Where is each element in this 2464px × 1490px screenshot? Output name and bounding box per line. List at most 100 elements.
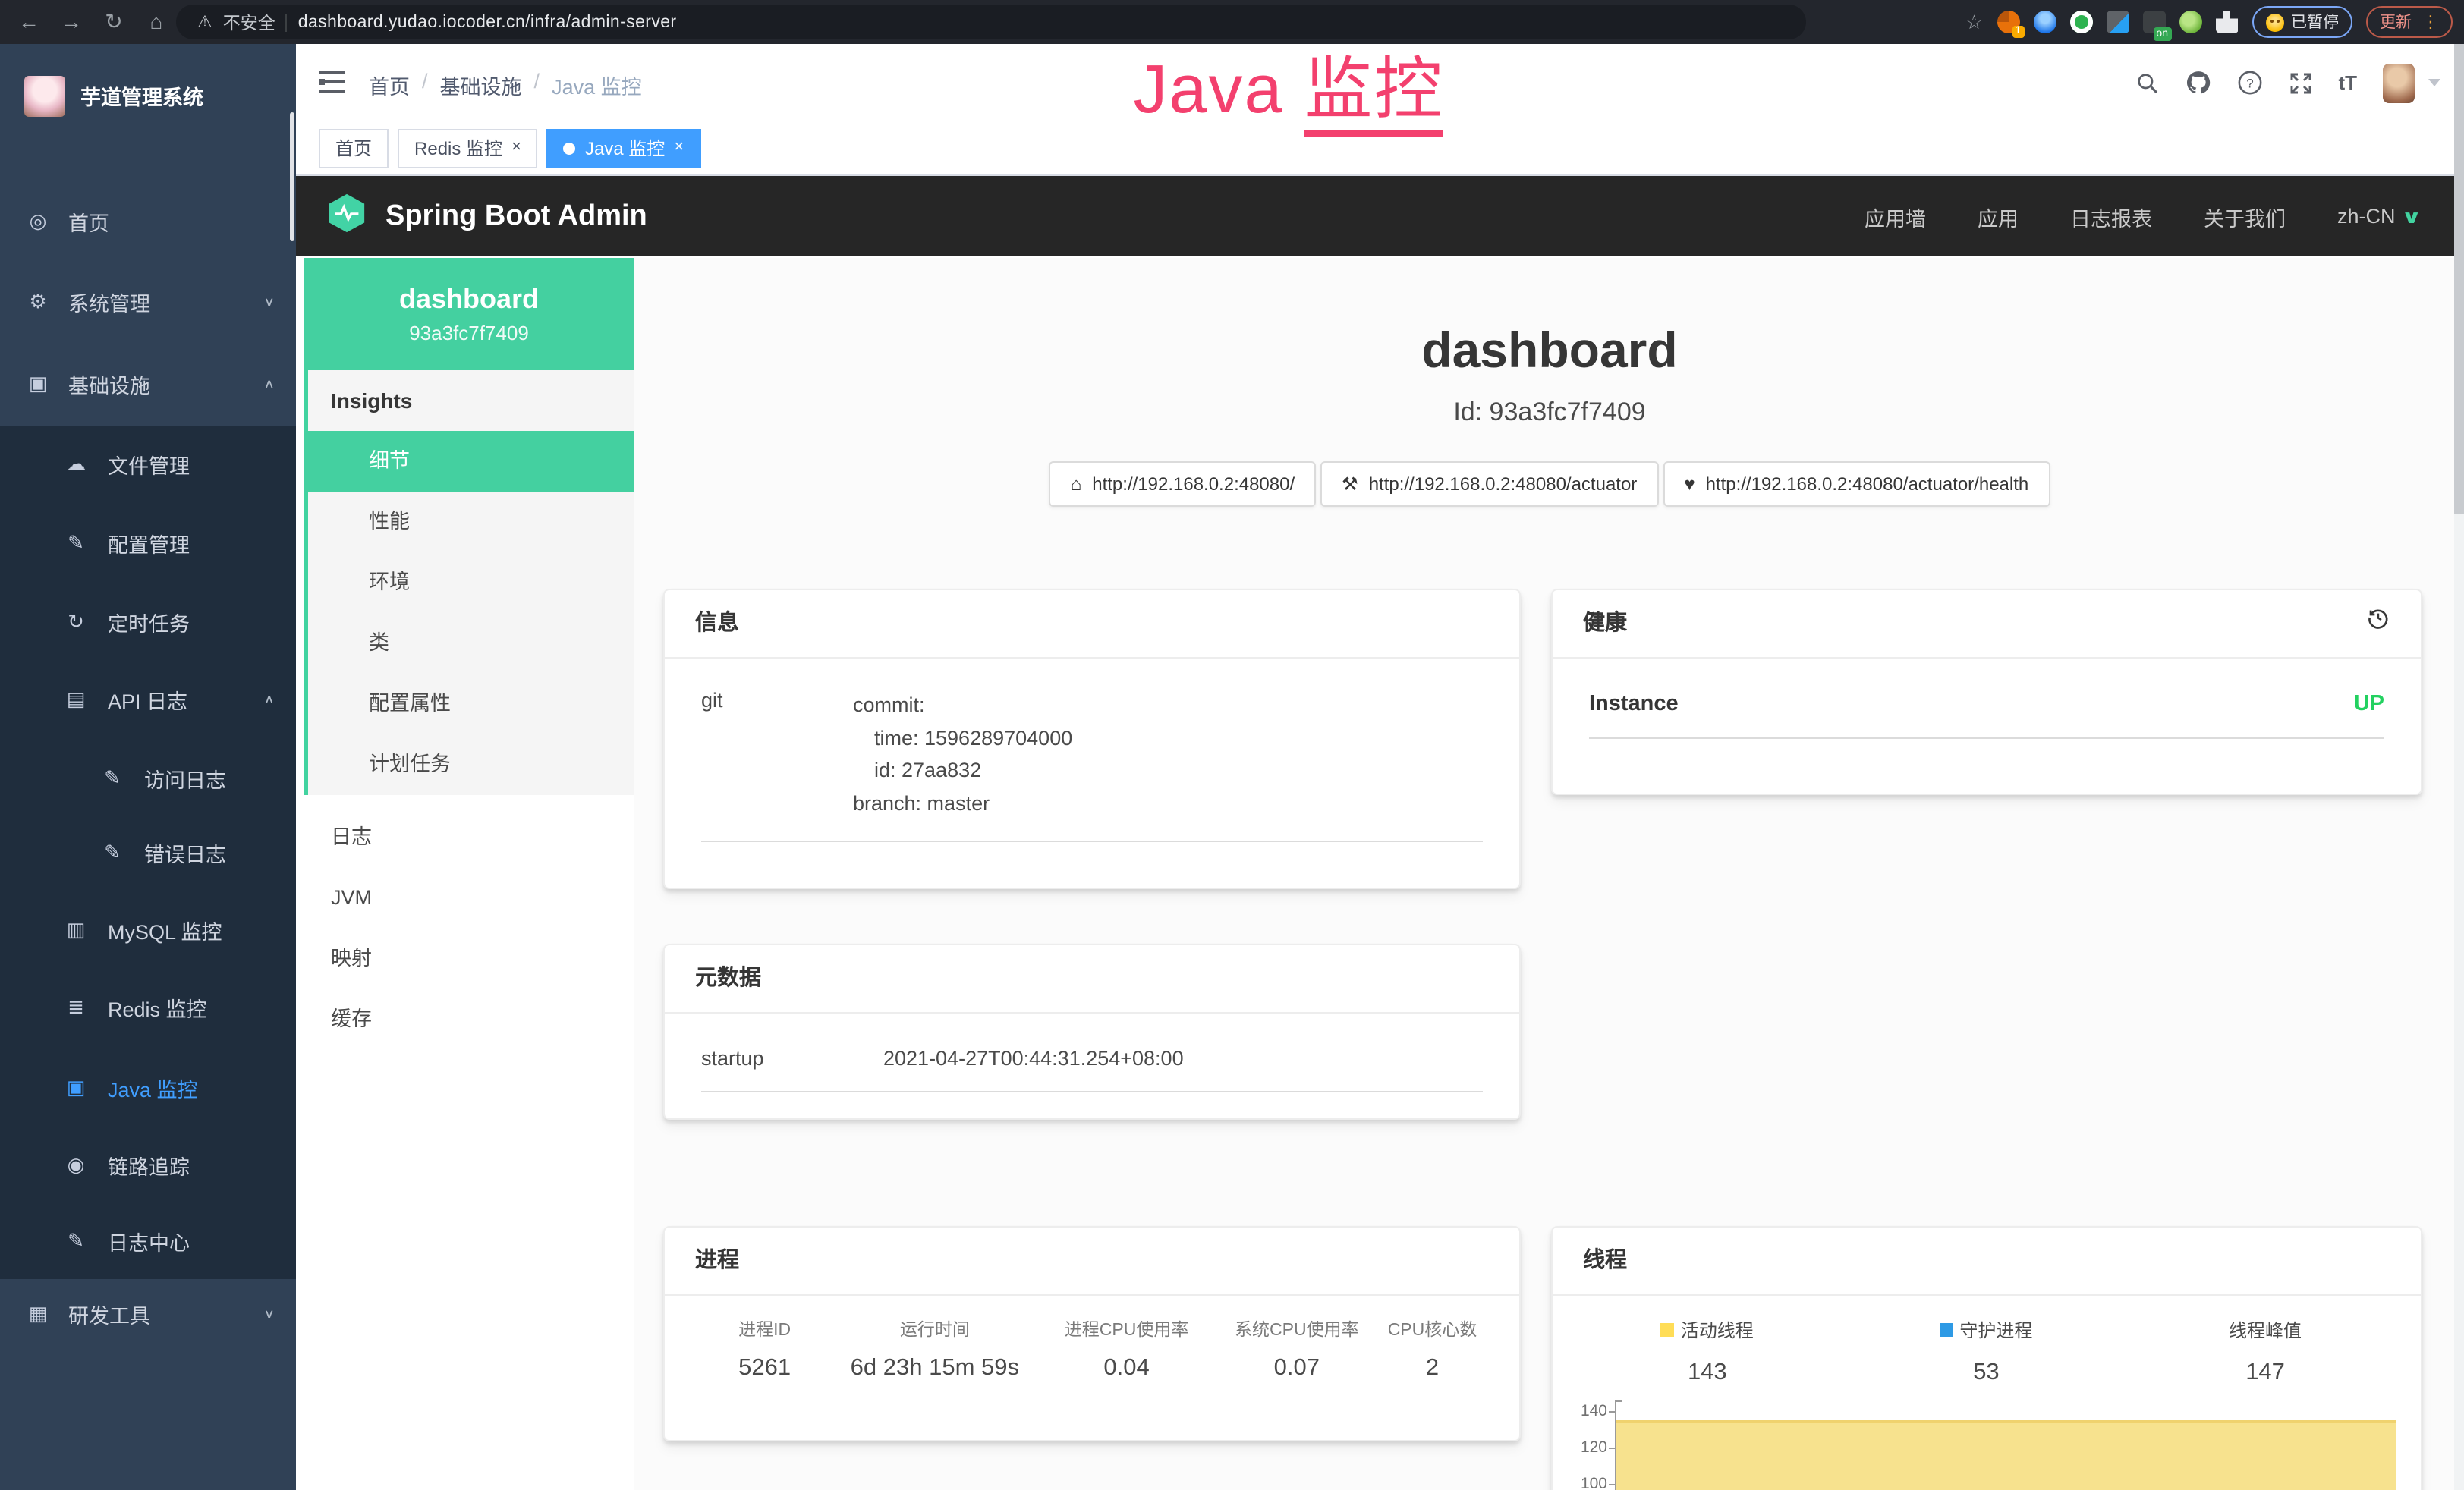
tab-redis-monitor[interactable]: Redis 监控 ×	[398, 128, 538, 168]
sba-instance-id: 93a3fc7f7409	[304, 322, 634, 344]
breadcrumb-infra[interactable]: 基础设施	[440, 70, 522, 100]
sba-nav-journal[interactable]: 日志报表	[2070, 201, 2152, 231]
app-logo-image	[24, 75, 65, 116]
screen: ← → ↻ ⌂ ⚠ 不安全 dashboard.yudao.iocoder.cn…	[0, 0, 2464, 1490]
git-key: git	[701, 689, 853, 820]
sidebar-item-java-monitor[interactable]: ▣ Java 监控	[0, 1050, 296, 1126]
app-sidebar: 芋道管理系统 ◎ 首页 ⚙ 系统管理 ∨ ▣ 基础设施 ∧ ☁ 文件管理 ✎ 配…	[0, 44, 296, 1490]
extension-icon-green[interactable]	[2069, 11, 2092, 33]
url-text[interactable]: dashboard.yudao.iocoder.cn/infra/admin-s…	[298, 13, 677, 31]
svg-text:?: ?	[2246, 76, 2253, 90]
heart-icon: ♥	[1684, 473, 1695, 495]
threads-card-title: 线程	[1583, 1228, 1627, 1294]
browser-menu-icon[interactable]: ⋮	[2422, 12, 2439, 32]
sidebar-item-dev-tools[interactable]: ▦ 研发工具 ∨	[0, 1276, 296, 1352]
sidebar-item-trace[interactable]: ◉ 链路追踪	[0, 1127, 296, 1203]
address-bar[interactable]: ⚠ 不安全 dashboard.yudao.iocoder.cn/infra/a…	[176, 5, 1806, 39]
extension-icon-orange[interactable]: 1	[1997, 11, 2019, 33]
github-icon[interactable]	[2185, 70, 2211, 96]
user-avatar[interactable]	[2383, 63, 2415, 102]
chrome-update-button[interactable]: 更新 ⋮	[2366, 6, 2453, 38]
scrollbar-thumb[interactable]	[2454, 44, 2464, 514]
extension-icon-list[interactable]: on	[2142, 11, 2165, 33]
hamburger-icon[interactable]	[319, 71, 345, 93]
chevron-up-icon: ∧	[263, 377, 275, 391]
extensions-puzzle-icon[interactable]	[2215, 11, 2238, 33]
sba-nav-applications[interactable]: 应用	[1978, 201, 2019, 231]
sba-item-jvm[interactable]: JVM	[304, 868, 634, 929]
extension-icon-pin[interactable]	[2033, 11, 2056, 33]
chevron-down-icon: ∨	[263, 295, 275, 309]
sidebar-item-system[interactable]: ⚙ 系统管理 ∨	[0, 264, 296, 340]
document-icon: ▤	[64, 687, 88, 712]
sidebar-item-config-manage[interactable]: ✎ 配置管理	[0, 505, 296, 581]
monitor-icon: ▥	[64, 918, 88, 942]
back-icon[interactable]: ←	[9, 0, 49, 44]
reload-icon[interactable]: ↻	[94, 0, 134, 44]
sba-item-logs[interactable]: 日志	[304, 807, 634, 868]
sba-item-scheduled[interactable]: 计划任务	[308, 734, 634, 795]
bookmark-star-icon[interactable]: ☆	[1965, 10, 1983, 34]
tab-home[interactable]: 首页	[319, 128, 389, 168]
sidebar-item-home[interactable]: ◎ 首页	[0, 184, 296, 259]
sba-item-environment[interactable]: 环境	[308, 552, 634, 613]
sidebar-item-api-logs[interactable]: ▤ API 日志 ∧	[0, 662, 296, 737]
history-icon: ↻	[64, 610, 88, 634]
sba-locale-select[interactable]: zh-CN ∨	[2337, 205, 2419, 228]
tab-java-monitor[interactable]: Java 监控 ×	[547, 128, 700, 168]
sidebar-item-access-logs[interactable]: ✎ 访问日志	[0, 740, 296, 816]
instance-id-label: Id: 93a3fc7f7409	[634, 398, 2464, 428]
profile-paused-pill[interactable]: 已暂停	[2252, 6, 2352, 38]
sidebar-item-file-manage[interactable]: ☁ 文件管理	[0, 426, 296, 502]
sidebar-item-redis-monitor[interactable]: ≣ Redis 监控	[0, 970, 296, 1045]
sba-item-config-props[interactable]: 配置属性	[308, 674, 634, 734]
sba-instance-header[interactable]: dashboard 93a3fc7f7409	[304, 258, 634, 370]
sba-insights-section: Insights 细节 性能 环境 类 配置属性 计划任务	[304, 370, 634, 795]
sba-nav-about[interactable]: 关于我们	[2204, 201, 2286, 231]
close-icon[interactable]: ×	[511, 140, 521, 156]
sba-item-metrics[interactable]: 性能	[308, 492, 634, 552]
col-header: 运行时间	[828, 1317, 1041, 1341]
home-icon[interactable]: ⌂	[137, 0, 176, 44]
pid-value: 5261	[701, 1355, 828, 1382]
actuator-url-button[interactable]: ⚒ http://192.168.0.2:48080/actuator	[1320, 461, 1658, 507]
extension-icon-leaf[interactable]	[2179, 11, 2201, 33]
sba-item-mappings[interactable]: 映射	[304, 929, 634, 989]
home-icon: ⌂	[1071, 473, 1082, 495]
sidebar-item-scheduled-tasks[interactable]: ↻ 定时任务	[0, 584, 296, 660]
extension-icon-grid[interactable]	[2106, 11, 2129, 33]
cloud-icon: ☁	[64, 452, 88, 476]
health-url-button[interactable]: ♥ http://192.168.0.2:48080/actuator/heal…	[1663, 461, 2050, 507]
breadcrumb-home[interactable]: 首页	[369, 70, 410, 100]
row-divider	[1589, 737, 2384, 739]
dashboard-icon: ◎	[26, 209, 50, 234]
search-icon[interactable]	[2135, 71, 2159, 95]
sba-item-caches[interactable]: 缓存	[304, 989, 634, 1050]
sba-nav-wallboard[interactable]: 应用墙	[1865, 201, 1926, 231]
sidebar-item-log-center[interactable]: ✎ 日志中心	[0, 1203, 296, 1279]
git-info-row: git commit: time: 1596289704000 id: 27aa…	[665, 659, 1519, 820]
help-icon[interactable]: ?	[2236, 70, 2262, 96]
close-icon[interactable]: ×	[674, 140, 684, 156]
sidebar-item-infra[interactable]: ▣ 基础设施 ∧	[0, 346, 296, 422]
app-logo[interactable]: 芋道管理系统	[0, 59, 296, 132]
security-warning-icon[interactable]: ⚠	[197, 12, 212, 32]
sidebar-item-mysql-monitor[interactable]: ▥ MySQL 监控	[0, 892, 296, 968]
peak-threads-value: 147	[2126, 1360, 2405, 1387]
sba-sidebar: dashboard 93a3fc7f7409 Insights 细节 性能 环境…	[304, 258, 634, 1490]
forward-icon[interactable]: →	[52, 0, 91, 44]
sidebar-scrollbar[interactable]	[290, 112, 294, 241]
history-icon[interactable]	[2366, 590, 2390, 657]
sba-item-details[interactable]: 细节	[304, 431, 634, 492]
sba-item-classes[interactable]: 类	[308, 613, 634, 674]
font-size-icon[interactable]: tT	[2338, 71, 2357, 94]
wrench-icon: ⚒	[1342, 473, 1358, 495]
service-url-button[interactable]: ⌂ http://192.168.0.2:48080/	[1049, 461, 1316, 507]
avatar-caret-icon[interactable]	[2428, 79, 2440, 86]
page-scrollbar[interactable]	[2454, 44, 2464, 1490]
sba-brand[interactable]: Spring Boot Admin	[385, 200, 647, 233]
document-icon: ✎	[100, 841, 124, 865]
fullscreen-icon[interactable]	[2288, 71, 2312, 95]
process-cpu-value: 0.04	[1041, 1355, 1211, 1382]
sidebar-item-error-logs[interactable]: ✎ 错误日志	[0, 815, 296, 891]
